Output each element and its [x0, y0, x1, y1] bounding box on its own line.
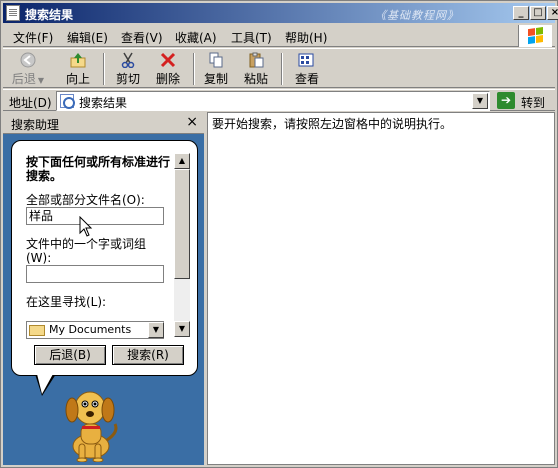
- menu-bar: 文件(F) 编辑(E) 查看(V) 收藏(A) 工具(T) 帮助(H): [3, 25, 555, 47]
- panel-header: 搜索助理 ×: [3, 112, 204, 134]
- title-bar[interactable]: 搜索结果 《基础教程网》 _ □ ×: [3, 3, 558, 23]
- toolbar: 后退 ▼ 向上 剪切 删除 复制 粘贴 查看: [3, 48, 555, 88]
- mouse-cursor-icon: [79, 216, 93, 237]
- search-instructions: 按下面任何或所有标准进行搜索。: [26, 155, 171, 183]
- menu-favorites[interactable]: 收藏(A): [175, 29, 217, 46]
- window-document-icon: [6, 5, 20, 21]
- search-button[interactable]: 搜索(R): [112, 345, 184, 365]
- back-button[interactable]: 后退 ▼: [9, 51, 47, 87]
- menu-help[interactable]: 帮助(H): [285, 29, 327, 46]
- menu-tools[interactable]: 工具(T): [231, 29, 272, 46]
- delete-button[interactable]: 删除: [151, 51, 185, 87]
- maximize-button[interactable]: □: [530, 6, 546, 20]
- close-button[interactable]: ×: [547, 6, 558, 20]
- bubble-tail: [37, 374, 53, 394]
- form-scrollbar[interactable]: ▲ ▼: [174, 153, 190, 337]
- toolbar-separator: [281, 53, 283, 85]
- search-form: 按下面任何或所有标准进行搜索。 全部或部分文件名(O): 样品 文件中的一个字或…: [26, 151, 170, 339]
- views-button[interactable]: 查看: [287, 51, 327, 87]
- windows-logo: [518, 25, 552, 47]
- go-button[interactable]: 转到: [521, 94, 545, 111]
- delete-label: 删除: [155, 72, 180, 86]
- scroll-thumb[interactable]: [174, 169, 190, 279]
- look-in-label: 在这里寻找(L):: [26, 295, 107, 309]
- search-bubble: 按下面任何或所有标准进行搜索。 全部或部分文件名(O): 样品 文件中的一个字或…: [11, 140, 198, 376]
- explorer-window: 搜索结果 《基础教程网》 _ □ × 文件(F) 编辑(E) 查看(V) 收藏(…: [0, 0, 558, 468]
- delete-x-icon: [159, 52, 177, 68]
- copy-label: 复制: [203, 72, 228, 86]
- back-label: 后退: [11, 72, 36, 86]
- toolbar-separator: [103, 53, 105, 85]
- minimize-button[interactable]: _: [513, 6, 529, 20]
- filename-label: 全部或部分文件名(O):: [26, 193, 145, 207]
- panel-close-button[interactable]: ×: [186, 114, 198, 130]
- paste-label: 粘贴: [243, 72, 268, 86]
- search-results-icon: [60, 94, 75, 109]
- address-bar: 地址(D) 搜索结果 ▼ ➔ 转到: [3, 89, 555, 111]
- word-label-line2: (W):: [26, 251, 52, 265]
- back-arrow-icon: [19, 52, 37, 68]
- folder-icon: [29, 325, 45, 336]
- folder-up-icon: [69, 52, 87, 68]
- results-pane: 要开始搜索，请按照左边窗格中的说明执行。: [207, 112, 555, 465]
- menu-view[interactable]: 查看(V): [121, 29, 163, 46]
- address-label: 地址(D): [9, 96, 52, 110]
- watermark: 《基础教程网》: [375, 9, 459, 22]
- window-title: 搜索结果: [25, 8, 74, 22]
- word-phrase-input[interactable]: [26, 265, 164, 283]
- address-value: 搜索结果: [79, 96, 128, 110]
- views-label: 查看: [294, 72, 319, 86]
- scroll-down-button[interactable]: ▼: [174, 321, 190, 337]
- address-input[interactable]: 搜索结果 ▼: [56, 91, 490, 111]
- paste-button[interactable]: 粘贴: [239, 51, 273, 87]
- look-in-value: My Documents: [49, 323, 132, 336]
- scroll-up-button[interactable]: ▲: [174, 153, 190, 169]
- search-back-button[interactable]: 后退(B): [34, 345, 106, 365]
- copy-icon: [207, 52, 225, 68]
- copy-button[interactable]: 复制: [199, 51, 233, 87]
- cut-label: 剪切: [115, 72, 140, 86]
- up-label: 向上: [65, 72, 90, 86]
- windows-flag-icon: [528, 27, 544, 45]
- look-in-select[interactable]: My Documents ▼: [26, 321, 164, 339]
- views-grid-icon: [298, 52, 316, 68]
- back-dropdown-icon[interactable]: ▼: [38, 76, 44, 85]
- cut-button[interactable]: 剪切: [111, 51, 145, 87]
- search-assistant-panel: 搜索助理 × 按下面任何或所有标准进行搜索。 全部或部分文件名(O): 样品 文…: [3, 112, 204, 465]
- filename-input[interactable]: 样品: [26, 207, 164, 225]
- toolbar-separator: [193, 53, 195, 85]
- address-dropdown-button[interactable]: ▼: [472, 93, 488, 109]
- clipboard-icon: [247, 52, 265, 68]
- panel-title: 搜索助理: [11, 118, 60, 132]
- look-in-dropdown-button[interactable]: ▼: [148, 322, 164, 338]
- menu-file[interactable]: 文件(F): [13, 29, 53, 46]
- scissors-icon: [119, 52, 137, 69]
- go-arrow-icon[interactable]: ➔: [497, 92, 515, 109]
- up-button[interactable]: 向上: [61, 51, 95, 87]
- results-message: 要开始搜索，请按照左边窗格中的说明执行。: [212, 117, 453, 131]
- rover-search-dog-icon: [65, 391, 118, 462]
- menu-edit[interactable]: 编辑(E): [67, 29, 108, 46]
